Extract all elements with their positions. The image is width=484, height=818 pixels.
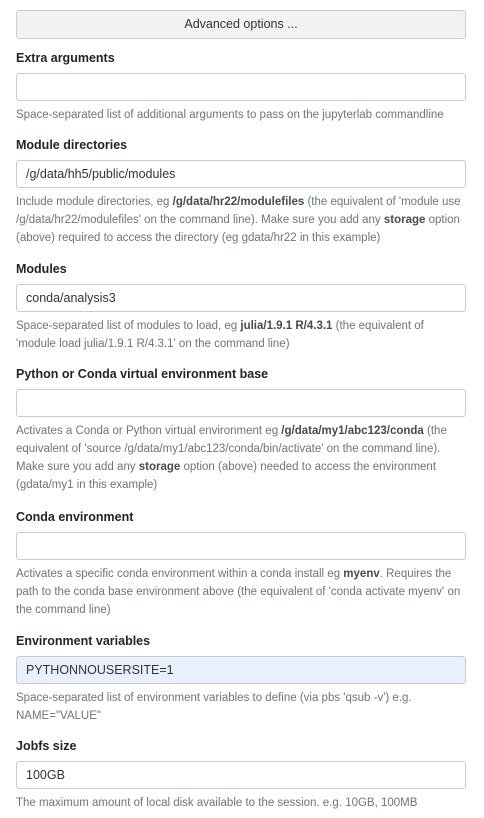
python-env-base-help: Activates a Conda or Python virtual envi…	[16, 422, 466, 494]
help-example: myenv	[343, 568, 380, 580]
conda-environment-help: Activates a specific conda environment w…	[16, 565, 466, 619]
python-env-base-input[interactable]	[16, 389, 466, 417]
help-keyword: storage	[138, 461, 181, 473]
help-keyword: storage	[383, 214, 426, 226]
python-env-base-label: Python or Conda virtual environment base	[16, 367, 269, 381]
modules-label: Modules	[16, 262, 67, 276]
modules-input[interactable]	[16, 284, 466, 312]
conda-environment-label: Conda environment	[16, 510, 134, 524]
module-directories-label: Module directories	[16, 138, 128, 152]
modules-help: Space-separated list of modules to load,…	[16, 317, 466, 353]
environment-variables-input[interactable]	[16, 656, 466, 684]
environment-variables-group: Environment variables Space-separated li…	[16, 633, 466, 725]
conda-environment-input[interactable]	[16, 532, 466, 560]
conda-environment-group: Conda environment Activates a specific c…	[16, 509, 466, 619]
module-directories-group: Module directories Include module direct…	[16, 137, 466, 247]
extra-arguments-label: Extra arguments	[16, 51, 115, 65]
help-text: Space-separated list of modules to load,…	[16, 320, 241, 332]
extra-arguments-group: Extra arguments Space-separated list of …	[16, 50, 466, 124]
help-example: /g/data/hr22/modulefiles	[172, 196, 305, 208]
jobfs-size-help: The maximum amount of local disk availab…	[16, 797, 418, 809]
jobfs-size-group: Jobfs size The maximum amount of local d…	[16, 738, 466, 812]
python-env-base-group: Python or Conda virtual environment base…	[16, 366, 466, 494]
environment-variables-label: Environment variables	[16, 634, 151, 648]
module-directories-input[interactable]	[16, 160, 466, 188]
jupyterlab-options-form: Advanced options ... Extra arguments Spa…	[16, 10, 466, 809]
extra-arguments-input[interactable]	[16, 73, 466, 101]
help-text: Include module directories, eg	[16, 196, 173, 208]
advanced-options-button[interactable]: Advanced options ...	[16, 10, 466, 39]
help-example: /g/data/my1/abc123/conda	[281, 425, 424, 437]
environment-variables-help: Space-separated list of environment vari…	[16, 692, 412, 722]
jobfs-size-label: Jobfs size	[16, 739, 77, 753]
jobfs-size-input[interactable]	[16, 761, 466, 789]
module-directories-help: Include module directories, eg /g/data/h…	[16, 193, 466, 247]
modules-group: Modules Space-separated list of modules …	[16, 261, 466, 353]
help-text: Activates a Conda or Python virtual envi…	[16, 425, 282, 437]
help-example: julia/1.9.1 R/4.3.1	[240, 320, 333, 332]
help-text: Activates a specific conda environment w…	[16, 568, 344, 580]
extra-arguments-help: Space-separated list of additional argum…	[16, 109, 444, 121]
